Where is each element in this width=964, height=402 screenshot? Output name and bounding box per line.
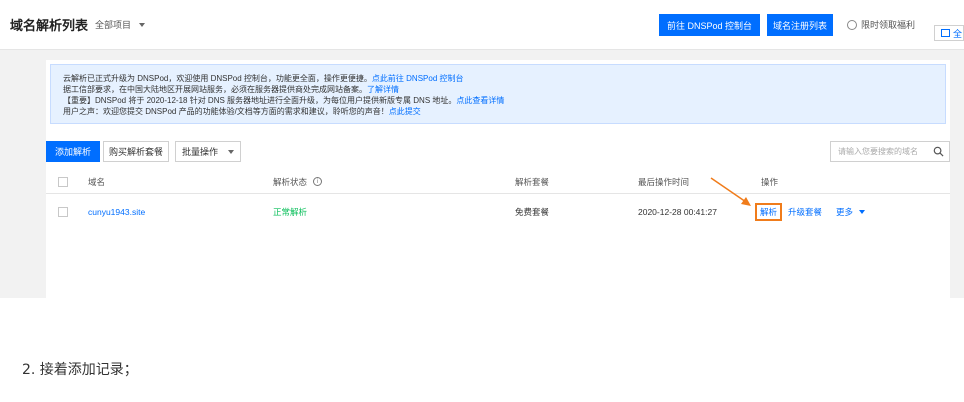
step-caption: 2. 接着添加记录； [22,362,138,378]
annotation-arrow [710,177,751,206]
arrow-head [741,197,751,206]
console-screenshot: 域名解析列表 全部项目 前往 DNSPod 控制台 域名注册列表 限时领取福利 … [0,0,964,298]
arrow-line [710,177,747,203]
